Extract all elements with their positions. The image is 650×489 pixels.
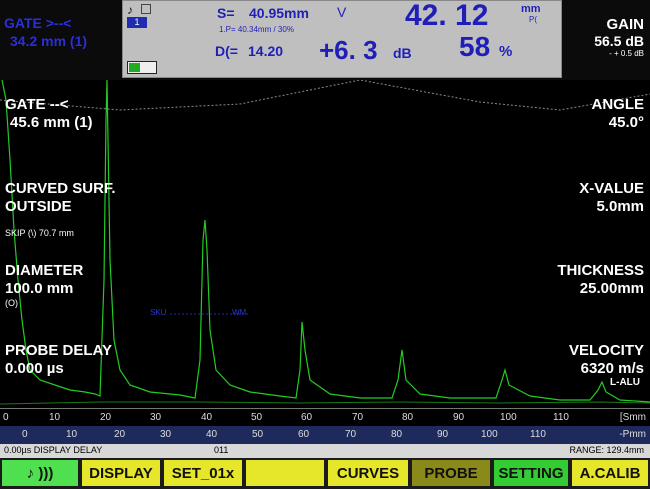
scale-top-tick: 90 bbox=[453, 412, 465, 423]
probe-button[interactable]: PROBE bbox=[412, 460, 490, 486]
scale-bottom-tick: 110 bbox=[530, 429, 546, 440]
scale-top-tick: 40 bbox=[201, 412, 213, 423]
scale-top-tick: 0 bbox=[3, 412, 9, 423]
thickness-value: 25.00mm bbox=[579, 280, 644, 297]
baseline-noise bbox=[0, 401, 650, 405]
scale-top-tick: 20 bbox=[100, 412, 112, 423]
gate-curve bbox=[0, 80, 650, 111]
curved-surf-label: CURVED SURF. bbox=[5, 180, 116, 197]
gate-a-label: GATE >--< bbox=[4, 15, 72, 31]
scale-bottom-tick: 70 bbox=[345, 429, 357, 440]
gate-a-readout: GATE >--< 34.2 mm (1) bbox=[4, 14, 122, 74]
status-bar: 0.00µs DISPLAY DELAY 011 RANGE: 129.4mm bbox=[0, 444, 650, 458]
diameter-value: 100.0 mm bbox=[5, 280, 74, 297]
scale-top-tick: 100 bbox=[500, 412, 517, 423]
velocity-label: VELOCITY bbox=[568, 342, 644, 359]
ip-readout: 1.P= 40.34mm / 30% bbox=[219, 25, 294, 34]
depth-label: D(= bbox=[215, 43, 238, 59]
x-value-value: 5.0mm bbox=[596, 198, 644, 215]
scale-bottom-tick: 60 bbox=[298, 429, 310, 440]
angle-value: 45.0° bbox=[608, 114, 644, 131]
music-note-icon: ♪ bbox=[127, 3, 133, 17]
gain-value: 56.5 dB bbox=[594, 33, 644, 49]
depth-value: 14.20 bbox=[248, 43, 284, 59]
angle-label: ANGLE bbox=[591, 96, 645, 113]
scale-bottom-tick: 10 bbox=[66, 429, 78, 440]
gate-marker-right: WM bbox=[232, 308, 247, 317]
scale-top-tick: 70 bbox=[352, 412, 364, 423]
gain-step: - + 0.5 dB bbox=[609, 49, 644, 58]
setting-number: 011 bbox=[214, 445, 229, 455]
skip-readout: SKIP (\) 70.7 mm bbox=[5, 228, 74, 238]
main-distance-subunit: P( bbox=[529, 15, 537, 24]
scale-bottom-tick: 20 bbox=[114, 429, 126, 440]
channel-badge: 1 bbox=[127, 17, 147, 28]
scale-top-unit: [Smm bbox=[619, 412, 646, 423]
set-button[interactable]: SET_01x bbox=[164, 460, 242, 486]
measurement-panel: ♪ 1 S= 40.95mm V 1.P= 40.34mm / 30% D(= … bbox=[122, 0, 562, 78]
gate-b-value: 45.6 mm (1) bbox=[10, 114, 93, 131]
main-distance-value: 42. 12 bbox=[405, 0, 489, 32]
sound-path-value: 40.95mm bbox=[249, 5, 309, 21]
probe-delay-value: 0.000 µs bbox=[5, 360, 64, 377]
scale-top-tick: 50 bbox=[251, 412, 263, 423]
x-value-label: X-VALUE bbox=[579, 180, 644, 197]
sound-path-label: S= bbox=[217, 5, 235, 21]
scale-bottom-unit: -Pmm bbox=[619, 429, 646, 440]
amplitude-percent-unit: % bbox=[499, 43, 513, 60]
thickness-label: THICKNESS bbox=[557, 262, 644, 279]
scale-bottom-tick: 40 bbox=[206, 429, 218, 440]
gain-label: GAIN bbox=[606, 16, 645, 33]
setting-button[interactable]: SETTING bbox=[494, 460, 568, 486]
curves-button[interactable]: CURVES bbox=[328, 460, 408, 486]
scale-top-tick: 10 bbox=[49, 412, 61, 423]
scale-bottom-tick: 50 bbox=[252, 429, 264, 440]
battery-icon bbox=[127, 61, 157, 74]
db-value: +6. 3 bbox=[319, 35, 378, 65]
blank-button[interactable] bbox=[246, 460, 324, 486]
scale-top-tick: 110 bbox=[553, 412, 569, 423]
scale-bottom-tick: 90 bbox=[437, 429, 449, 440]
gate-marker-left: SKU bbox=[150, 308, 167, 317]
gate-a-value: 34.2 mm (1) bbox=[10, 33, 88, 49]
sound-button[interactable]: ♪ ))) bbox=[2, 460, 78, 486]
a-scan-display[interactable]: GATE --< 45.6 mm (1) CURVED SURF. OUTSID… bbox=[0, 80, 650, 410]
diameter-label: DIAMETER bbox=[5, 262, 84, 279]
db-unit: dB bbox=[393, 45, 412, 61]
velocity-value: 6320 m/s bbox=[580, 360, 644, 377]
softkey-bar: ♪ ))) DISPLAY SET_01x CURVES PROBE SETTI… bbox=[0, 458, 650, 489]
small-box-icon bbox=[141, 4, 151, 14]
projection-scale: 0 10 20 30 40 50 60 70 80 90 100 110 -Pm… bbox=[0, 426, 650, 444]
scale-top-tick: 80 bbox=[402, 412, 414, 423]
a-scan-trace-svg bbox=[0, 80, 650, 405]
scale-bottom-tick: 30 bbox=[160, 429, 172, 440]
scale-bottom-tick: 100 bbox=[481, 429, 498, 440]
gate-b-label: GATE --< bbox=[5, 96, 69, 113]
scale-bottom-tick: 80 bbox=[391, 429, 403, 440]
sound-path-scale: 0 10 20 30 40 50 60 70 80 90 100 110 [Sm… bbox=[0, 408, 650, 427]
gain-readout: GAIN 56.5 dB - + 0.5 dB bbox=[594, 16, 644, 58]
amplitude-percent-value: 58 bbox=[459, 31, 491, 62]
scale-top-tick: 60 bbox=[301, 412, 313, 423]
outside-label: OUTSIDE bbox=[5, 198, 72, 215]
v-marker: V bbox=[337, 4, 347, 20]
scale-bottom-tick: 0 bbox=[22, 429, 28, 440]
header-bar: GATE >--< 34.2 mm (1) ♪ 1 S= 40.95mm V 1… bbox=[0, 0, 650, 80]
range-status: RANGE: 129.4mm bbox=[569, 445, 644, 455]
display-delay-status: 0.00µs DISPLAY DELAY bbox=[4, 445, 103, 455]
material-label: L-ALU bbox=[610, 377, 640, 388]
main-distance-unit: mm bbox=[521, 3, 541, 15]
auto-calib-button[interactable]: A.CALIB bbox=[572, 460, 648, 486]
display-button[interactable]: DISPLAY bbox=[82, 460, 160, 486]
probe-delay-label: PROBE DELAY bbox=[5, 342, 112, 359]
diameter-sub: (O) bbox=[5, 298, 18, 308]
scale-top-tick: 30 bbox=[150, 412, 162, 423]
